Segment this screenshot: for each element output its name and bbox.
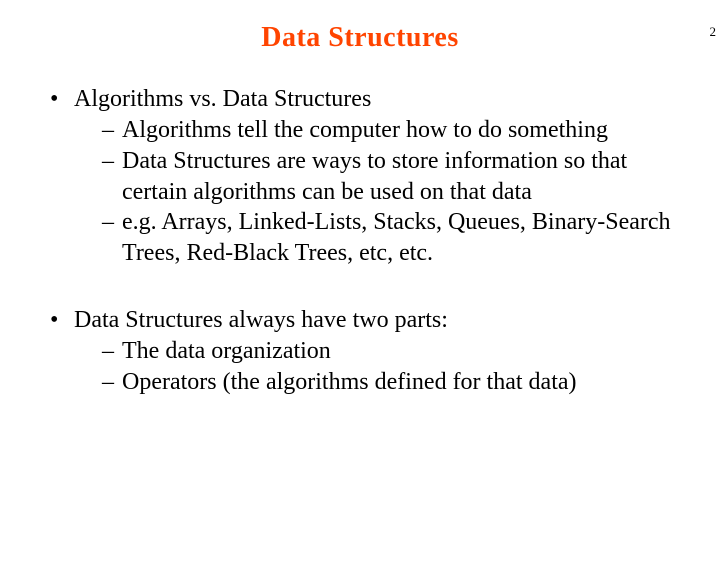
bullet-marker: • xyxy=(50,84,74,115)
page-number: 2 xyxy=(710,24,717,40)
sub-item: – The data organization xyxy=(102,336,690,367)
sub-item-text: The data organization xyxy=(122,336,690,367)
sub-item: – Algorithms tell the computer how to do… xyxy=(102,115,690,146)
slide-title: Data Structures xyxy=(0,22,720,54)
sub-item-text: Algorithms tell the computer how to do s… xyxy=(122,115,690,146)
sub-item: – Data Structures are ways to store info… xyxy=(102,146,690,207)
bullet-marker: • xyxy=(50,305,74,336)
dash-marker: – xyxy=(102,115,122,146)
sub-item: – e.g. Arrays, Linked-Lists, Stacks, Que… xyxy=(102,207,690,268)
sub-item-text: e.g. Arrays, Linked-Lists, Stacks, Queue… xyxy=(122,207,690,268)
bullet-heading: Algorithms vs. Data Structures xyxy=(74,86,371,112)
dash-marker: – xyxy=(102,367,122,398)
dash-marker: – xyxy=(102,336,122,367)
sub-list-1: – Algorithms tell the computer how to do… xyxy=(50,115,690,269)
sub-list-2: – The data organization – Operators (the… xyxy=(50,336,690,397)
dash-marker: – xyxy=(102,146,122,207)
dash-marker: – xyxy=(102,207,122,268)
slide-content: •Algorithms vs. Data Structures – Algori… xyxy=(0,84,720,397)
bullet-section-1: •Algorithms vs. Data Structures xyxy=(50,84,690,115)
sub-item-text: Operators (the algorithms defined for th… xyxy=(122,367,690,398)
bullet-section-2: •Data Structures always have two parts: xyxy=(50,305,690,336)
sub-item: – Operators (the algorithms defined for … xyxy=(102,367,690,398)
bullet-heading: Data Structures always have two parts: xyxy=(74,307,448,333)
sub-item-text: Data Structures are ways to store inform… xyxy=(122,146,690,207)
